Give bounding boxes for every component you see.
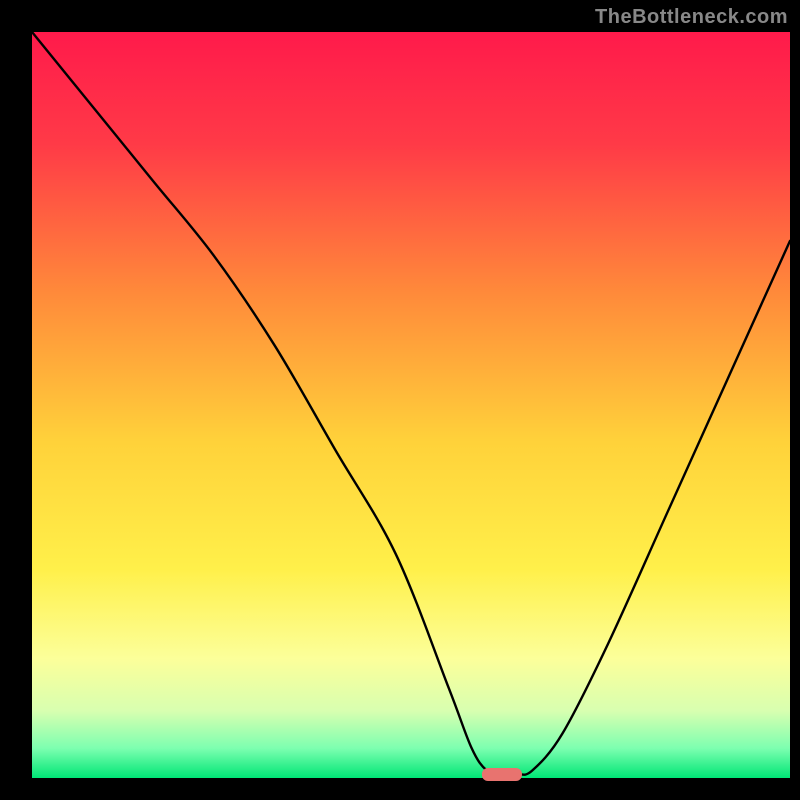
watermark-text: TheBottleneck.com	[595, 6, 788, 29]
plot-background	[32, 32, 790, 778]
chart-frame: TheBottleneck.com	[0, 0, 800, 800]
optimal-marker	[482, 768, 522, 781]
bottleneck-chart	[0, 0, 800, 800]
